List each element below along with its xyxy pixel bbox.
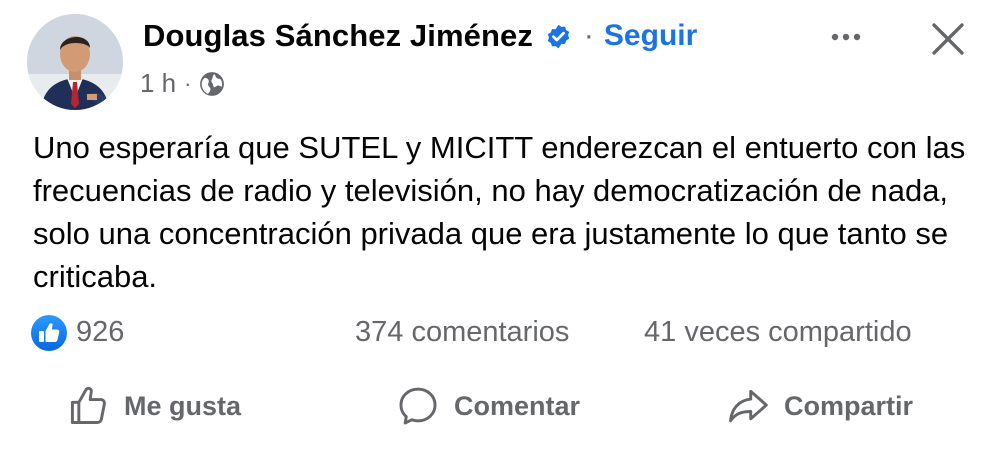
avatar-image xyxy=(27,14,123,110)
speech-bubble-icon xyxy=(399,387,437,425)
close-icon[interactable] xyxy=(928,19,968,59)
post-actions: Me gusta Comentar Compartir xyxy=(0,378,1000,438)
thumbs-up-outline-icon xyxy=(70,386,106,424)
post-meta: 1 h · xyxy=(140,68,225,99)
verified-badge-icon xyxy=(545,23,572,50)
comment-button[interactable]: Comentar xyxy=(396,378,580,434)
more-options-icon[interactable] xyxy=(826,22,866,52)
comment-button-label: Comentar xyxy=(454,390,581,421)
post-text: Uno esperaría que SUTEL y MICITT enderez… xyxy=(33,130,966,294)
comments-count[interactable]: 374 comentarios xyxy=(355,316,569,349)
author-avatar[interactable] xyxy=(27,14,123,110)
shares-count[interactable]: 41 veces compartido xyxy=(644,316,912,349)
separator-dot: · xyxy=(583,19,594,52)
post-header: Douglas Sánchez Jiménez · Seguir xyxy=(143,18,697,54)
meta-separator: · xyxy=(184,70,192,96)
thumbs-up-icon[interactable] xyxy=(30,314,68,352)
share-button-label: Compartir xyxy=(784,390,914,421)
like-button-label: Me gusta xyxy=(124,390,242,421)
author-name[interactable]: Douglas Sánchez Jiménez xyxy=(143,18,533,54)
post-time[interactable]: 1 h xyxy=(140,68,176,99)
share-button[interactable]: Compartir xyxy=(726,378,913,434)
globe-icon[interactable] xyxy=(199,71,225,97)
post-stats: 926 374 comentarios 41 veces compartido xyxy=(30,312,970,352)
follow-button[interactable]: Seguir xyxy=(604,19,697,53)
like-button[interactable]: Me gusta xyxy=(66,378,241,434)
share-arrow-icon xyxy=(729,389,768,423)
likes-count[interactable]: 926 xyxy=(76,316,124,349)
